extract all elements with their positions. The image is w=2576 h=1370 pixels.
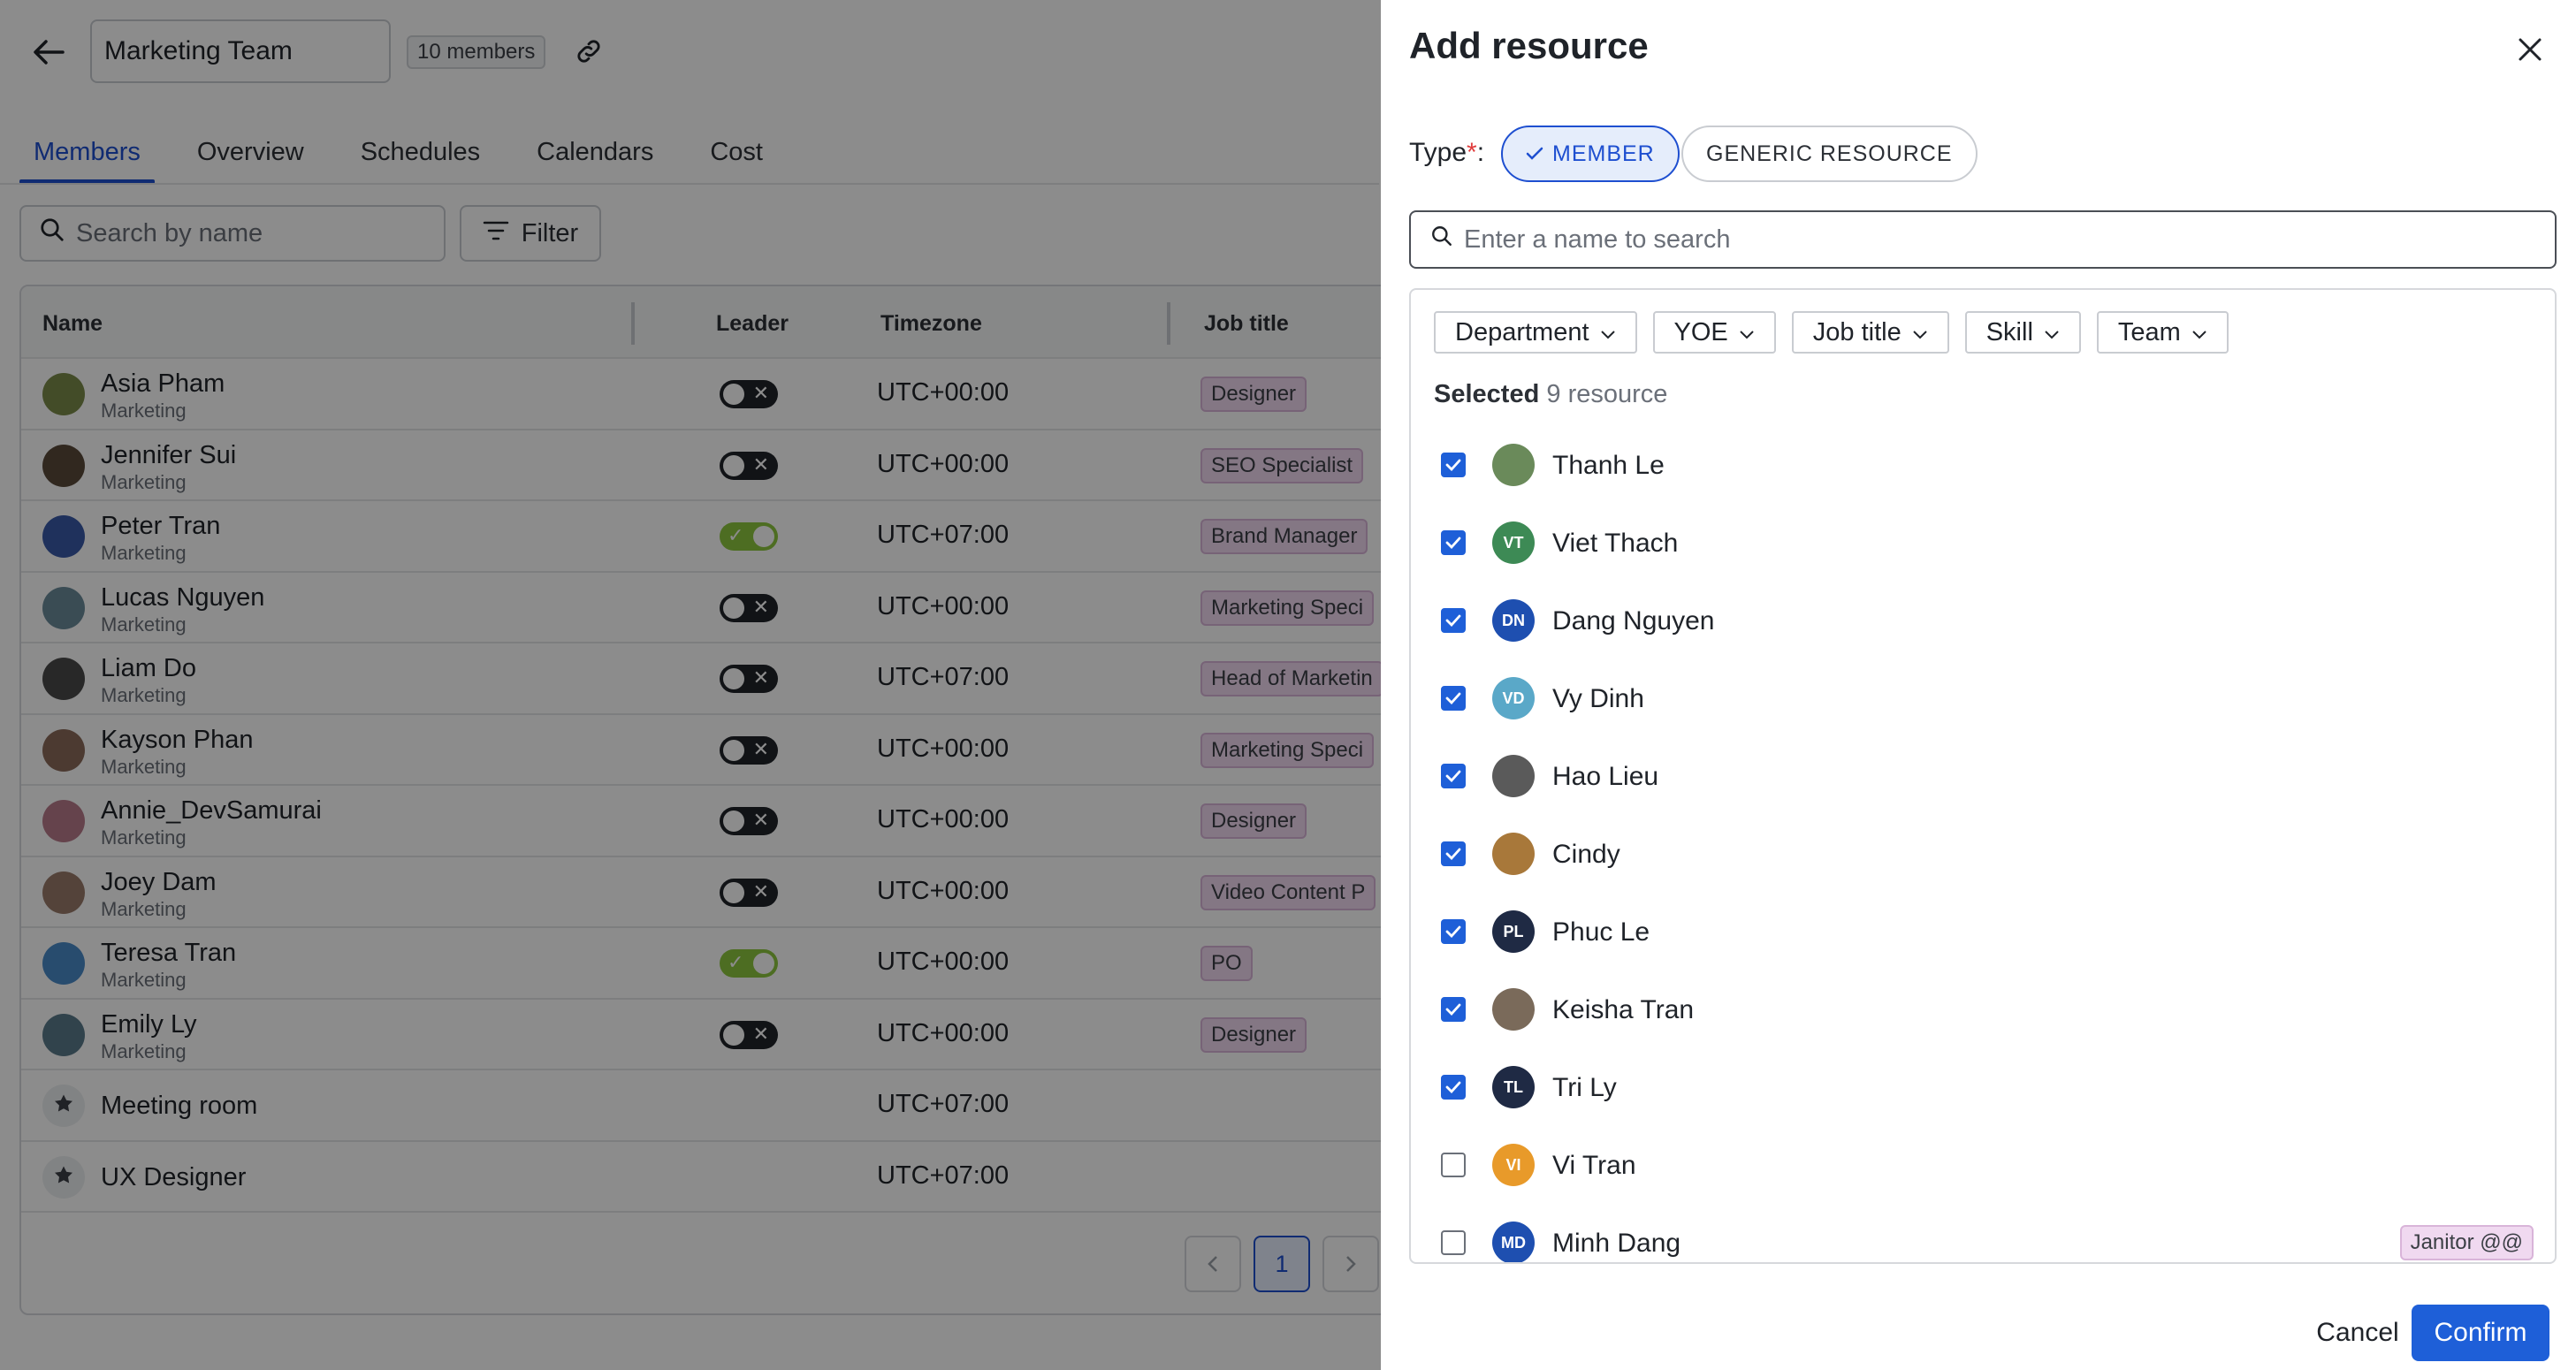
add-resource-drawer: Add resource Type*: MEMBER GENERIC RESOU…	[1381, 0, 2576, 1370]
resource-checkbox[interactable]	[1441, 919, 1466, 944]
type-member-chip[interactable]: MEMBER	[1501, 126, 1680, 182]
resource-item[interactable]: VI Vi Tran	[1411, 1126, 2555, 1204]
avatar	[1492, 833, 1535, 875]
resource-list: Thanh Le VT Viet Thach DN Dang Nguyen VD Vy…	[1411, 426, 2555, 1262]
search-placeholder: Enter a name to search	[1464, 225, 1731, 254]
avatar: PL	[1492, 910, 1535, 953]
resource-item[interactable]: VT Viet Thach	[1411, 504, 2555, 582]
avatar: TL	[1492, 1066, 1535, 1108]
chevron-down-icon	[2044, 318, 2060, 347]
resource-checkbox[interactable]	[1441, 453, 1466, 477]
search-icon	[1430, 225, 1453, 255]
filter-dropdown-team[interactable]: Team	[2096, 311, 2229, 354]
resource-checkbox[interactable]	[1441, 608, 1466, 633]
resource-name: Keisha Tran	[1552, 995, 1695, 1024]
avatar: MD	[1492, 1222, 1535, 1262]
resource-item[interactable]: MD Minh Dang Janitor @@	[1411, 1204, 2555, 1262]
resource-checkbox[interactable]	[1441, 1230, 1466, 1255]
modal-backdrop[interactable]	[0, 0, 1381, 1370]
resource-item[interactable]: VD Vy Dinh	[1411, 659, 2555, 737]
filter-dropdown-yoe[interactable]: YOE	[1652, 311, 1776, 354]
resource-item[interactable]: TL Tri Ly	[1411, 1048, 2555, 1126]
chevron-down-icon	[1912, 318, 1928, 347]
avatar	[1492, 444, 1535, 486]
filter-bar: Department YOE Job title Skill Team	[1434, 311, 2229, 354]
chevron-down-icon	[1739, 318, 1755, 347]
close-icon[interactable]	[2511, 30, 2549, 69]
filter-dropdown-job-title[interactable]: Job title	[1791, 311, 1949, 354]
resource-name: Phuc Le	[1552, 917, 1650, 947]
resource-checkbox[interactable]	[1441, 686, 1466, 711]
resource-checkbox[interactable]	[1441, 841, 1466, 866]
avatar: VD	[1492, 677, 1535, 719]
resource-item[interactable]: Thanh Le	[1411, 426, 2555, 504]
resource-name: Viet Thach	[1552, 529, 1679, 558]
resource-name: Dang Nguyen	[1552, 606, 1715, 636]
type-label: Type*:	[1409, 138, 1485, 167]
resource-name: Tri Ly	[1552, 1073, 1617, 1102]
avatar: DN	[1492, 599, 1535, 642]
resource-item[interactable]: PL Phuc Le	[1411, 893, 2555, 970]
avatar: VT	[1492, 521, 1535, 564]
filter-dropdown-department[interactable]: Department	[1434, 311, 1637, 354]
resource-item[interactable]: DN Dang Nguyen	[1411, 582, 2555, 659]
type-generic-resource-chip[interactable]: GENERIC RESOURCE	[1681, 126, 1978, 182]
filter-dropdown-skill[interactable]: Skill	[1964, 311, 2081, 354]
resource-item[interactable]: Keisha Tran	[1411, 970, 2555, 1048]
chevron-down-icon	[2191, 318, 2207, 347]
resource-name: Vy Dinh	[1552, 684, 1644, 713]
check-icon	[1526, 141, 1543, 167]
resource-checkbox[interactable]	[1441, 530, 1466, 555]
resource-checkbox[interactable]	[1441, 764, 1466, 788]
resource-name: Vi Tran	[1552, 1151, 1636, 1180]
resource-picker-panel: Department YOE Job title Skill Team Sele…	[1409, 288, 2557, 1264]
avatar	[1492, 988, 1535, 1031]
avatar	[1492, 755, 1535, 797]
resource-item[interactable]: Cindy	[1411, 815, 2555, 893]
resource-item[interactable]: Hao Lieu	[1411, 737, 2555, 815]
selected-count: Selected 9 resource	[1434, 380, 1668, 408]
drawer-title: Add resource	[1409, 25, 1649, 66]
resource-name: Cindy	[1552, 840, 1620, 869]
resource-checkbox[interactable]	[1441, 1153, 1466, 1177]
resource-search-input[interactable]: Enter a name to search	[1409, 210, 2557, 269]
chevron-down-icon	[1600, 318, 1616, 347]
confirm-button[interactable]: Confirm	[2412, 1305, 2549, 1361]
resource-name: Thanh Le	[1552, 451, 1665, 480]
resource-name: Minh Dang	[1552, 1229, 1681, 1258]
cancel-button[interactable]: Cancel	[2291, 1305, 2424, 1361]
resource-checkbox[interactable]	[1441, 997, 1466, 1022]
resource-tag: Janitor @@	[2399, 1225, 2534, 1260]
avatar: VI	[1492, 1144, 1535, 1186]
resource-name: Hao Lieu	[1552, 762, 1659, 791]
resource-checkbox[interactable]	[1441, 1075, 1466, 1100]
